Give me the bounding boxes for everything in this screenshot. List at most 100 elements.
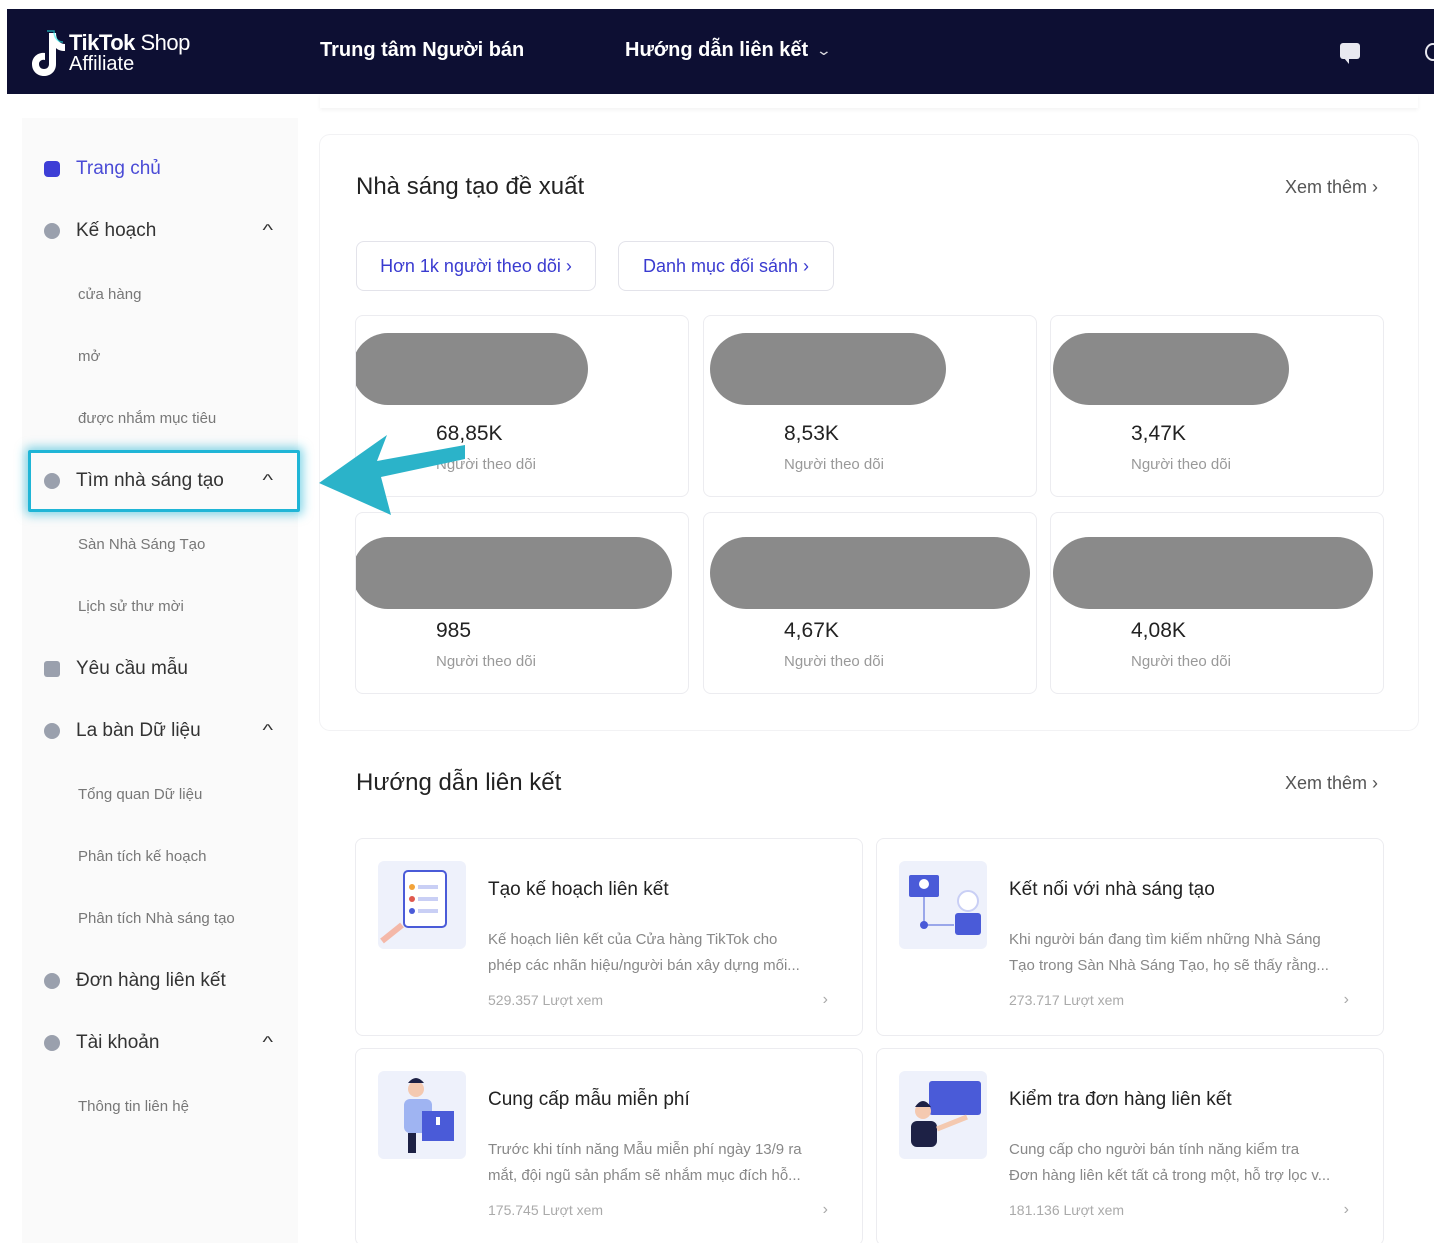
annotation-arrow-icon: [319, 435, 465, 515]
creator-follower-count: 985: [436, 619, 472, 642]
sidebar-item-plan[interactable]: Kế hoạch ^: [44, 220, 274, 242]
chevron-up-icon: ^: [262, 472, 274, 489]
creator-follower-label: Người theo dõi: [784, 653, 884, 670]
sample-icon: [44, 661, 60, 677]
guide-card[interactable]: Kết nối với nhà sáng tạo Khi người bán đ…: [876, 838, 1384, 1036]
creator-card[interactable]: 4,67K Người theo dõi: [703, 512, 1037, 694]
sidebar-subitem-plan-analysis[interactable]: Phân tích kế hoạch: [78, 848, 206, 865]
globe-icon[interactable]: [1425, 43, 1434, 61]
sidebar-item-label: Đơn hàng liên kết: [76, 970, 226, 991]
search-icon: [44, 473, 60, 489]
nav-affiliate-guide[interactable]: Hướng dẫn liên kết ⌄: [625, 39, 832, 62]
shop-icon: [44, 161, 60, 177]
brand-name: TikTok: [69, 30, 135, 55]
redacted-avatar-blob: [1053, 333, 1289, 405]
guide-title: Kết nối với nhà sáng tạo: [1009, 879, 1215, 900]
filter-chip-label: Hơn 1k người theo dõi: [380, 255, 561, 276]
account-icon: [44, 1035, 60, 1051]
guide-card[interactable]: Kiểm tra đơn hàng liên kết Cung cấp cho …: [876, 1048, 1384, 1243]
recommended-creators-title: Nhà sáng tạo đề xuất: [356, 173, 585, 200]
creator-follower-count: 3,47K: [1131, 422, 1186, 445]
guide-desc-line: Trước khi tính năng Mẫu miễn phí ngày 13…: [488, 1141, 802, 1158]
guide-views: 273.717 Lượt xem: [1009, 992, 1125, 1008]
sidebar-subitem-targeted[interactable]: được nhắm mục tiêu: [78, 410, 216, 427]
guide-desc-line: mắt, đội ngũ sản phẩm sẽ nhắm mục đích h…: [488, 1167, 801, 1184]
see-more-guides-link[interactable]: Xem thêm ›: [1285, 773, 1378, 794]
creator-follower-count: 4,67K: [784, 619, 839, 642]
guide-card[interactable]: Cung cấp mẫu miễn phí Trước khi tính năn…: [355, 1048, 863, 1243]
top-navbar: TikTok Shop Affiliate Trung tâm Người bá…: [7, 9, 1434, 94]
checklist-illustration-icon: [378, 861, 466, 949]
plan-icon: [44, 223, 60, 239]
creator-card[interactable]: 985 Người theo dõi: [355, 512, 689, 694]
filter-chip-category[interactable]: Danh mục đối sánh ›: [618, 241, 834, 291]
guide-desc-line: Kế hoạch liên kết của Cửa hàng TikTok ch…: [488, 931, 778, 948]
guide-views: 529.357 Lượt xem: [488, 992, 604, 1008]
sidebar-item-label: Kế hoạch: [76, 220, 157, 241]
redacted-avatar-blob: [356, 333, 588, 405]
see-more-creators-link[interactable]: Xem thêm ›: [1285, 177, 1378, 198]
sidebar-subitem-data-overview[interactable]: Tổng quan Dữ liệu: [78, 786, 202, 803]
creator-card[interactable]: 8,53K Người theo dõi: [703, 315, 1037, 497]
sidebar-subitem-store[interactable]: cửa hàng: [78, 286, 141, 303]
sidebar-item-account[interactable]: Tài khoản ^: [44, 1032, 274, 1054]
brand-affiliate: Affiliate: [69, 53, 135, 75]
tiktok-note-icon: [27, 29, 65, 77]
creator-follower-label: Người theo dõi: [436, 653, 536, 670]
sidebar-item-find-creators[interactable]: Tìm nhà sáng tạo ^: [44, 470, 274, 492]
guide-description: Cung cấp cho người bán tính năng kiểm tr…: [1009, 1137, 1359, 1189]
guide-description: Kế hoạch liên kết của Cửa hàng TikTok ch…: [488, 927, 838, 979]
creator-card[interactable]: 3,47K Người theo dõi: [1050, 315, 1384, 497]
connect-creators-illustration-icon: [899, 861, 987, 949]
redacted-avatar-blob: [710, 537, 1030, 609]
guide-card[interactable]: Tạo kế hoạch liên kết Kế hoạch liên kết …: [355, 838, 863, 1036]
brand-shop: Shop: [140, 30, 191, 55]
nav-seller-center[interactable]: Trung tâm Người bán: [320, 39, 524, 62]
see-more-label: Xem thêm: [1284, 177, 1367, 197]
guide-desc-line: Khi người bán đang tìm kiếm những Nhà Sá…: [1009, 931, 1321, 948]
creator-follower-label: Người theo dõi: [1131, 653, 1231, 670]
affiliate-guides-title: Hướng dẫn liên kết: [356, 769, 562, 796]
guide-views: 175.745 Lượt xem: [488, 1202, 604, 1218]
tiktok-shop-affiliate-logo[interactable]: TikTok Shop Affiliate: [27, 29, 190, 77]
sidebar-item-label: Trang chủ: [76, 158, 161, 179]
chevron-right-icon: ›: [1343, 991, 1349, 1008]
redacted-avatar-blob: [356, 537, 672, 609]
guide-desc-line: Tạo trong Sàn Nhà Sáng Tạo, họ sẽ thấy r…: [1009, 957, 1329, 974]
sidebar: Trang chủ Kế hoạch ^ cửa hàng mở được nh…: [22, 118, 300, 1243]
top-strip: [320, 94, 1418, 108]
chevron-up-icon: ^: [262, 722, 274, 739]
creator-card[interactable]: 4,08K Người theo dõi: [1050, 512, 1384, 694]
filter-chip-followers[interactable]: Hơn 1k người theo dõi ›: [356, 241, 596, 291]
creator-follower-label: Người theo dõi: [1131, 456, 1231, 473]
guide-desc-line: Cung cấp cho người bán tính năng kiểm tr…: [1009, 1141, 1300, 1158]
sidebar-subitem-open[interactable]: mở: [78, 348, 100, 365]
guide-description: Trước khi tính năng Mẫu miễn phí ngày 13…: [488, 1137, 838, 1189]
creator-follower-count: 4,08K: [1131, 619, 1186, 642]
guide-desc-line: phép các nhãn hiệu/người bán xây dựng mố…: [488, 957, 800, 974]
sidebar-item-label: Tìm nhà sáng tạo: [76, 470, 224, 491]
sidebar-subitem-creator-analysis[interactable]: Phân tích Nhà sáng tạo: [78, 910, 235, 927]
guide-desc-line: Đơn hàng liên kết tất cả trong một, hỗ t…: [1009, 1167, 1331, 1184]
guide-description: Khi người bán đang tìm kiếm những Nhà Sá…: [1009, 927, 1359, 979]
sidebar-subitem-invite-history[interactable]: Lịch sử thư mời: [78, 598, 184, 615]
guide-title: Cung cấp mẫu miễn phí: [488, 1089, 690, 1110]
chevron-up-icon: ^: [262, 222, 274, 239]
sidebar-item-label: La bàn Dữ liệu: [76, 720, 201, 741]
sidebar-item-affiliate-orders[interactable]: Đơn hàng liên kết: [44, 970, 274, 992]
sidebar-item-data-compass[interactable]: La bàn Dữ liệu ^: [44, 720, 274, 742]
sidebar-subitem-creator-marketplace[interactable]: Sàn Nhà Sáng Tạo: [78, 536, 205, 553]
sidebar-item-label: Tài khoản: [76, 1032, 160, 1053]
compass-icon: [44, 723, 60, 739]
sidebar-subitem-contact-info[interactable]: Thông tin liên hệ: [78, 1098, 189, 1115]
affiliate-orders-illustration-icon: [899, 1071, 987, 1159]
chevron-right-icon: ›: [822, 991, 828, 1008]
sidebar-item-home[interactable]: Trang chủ: [44, 158, 274, 180]
creator-follower-label: Người theo dõi: [784, 456, 884, 473]
chevron-up-icon: ^: [262, 1034, 274, 1051]
orders-icon: [44, 973, 60, 989]
sidebar-item-sample-requests[interactable]: Yêu cầu mẫu: [44, 658, 274, 680]
chat-icon[interactable]: [1340, 43, 1360, 64]
see-more-label: Xem thêm: [1284, 773, 1367, 793]
nav-affiliate-guide-label: Hướng dẫn liên kết: [625, 39, 809, 61]
